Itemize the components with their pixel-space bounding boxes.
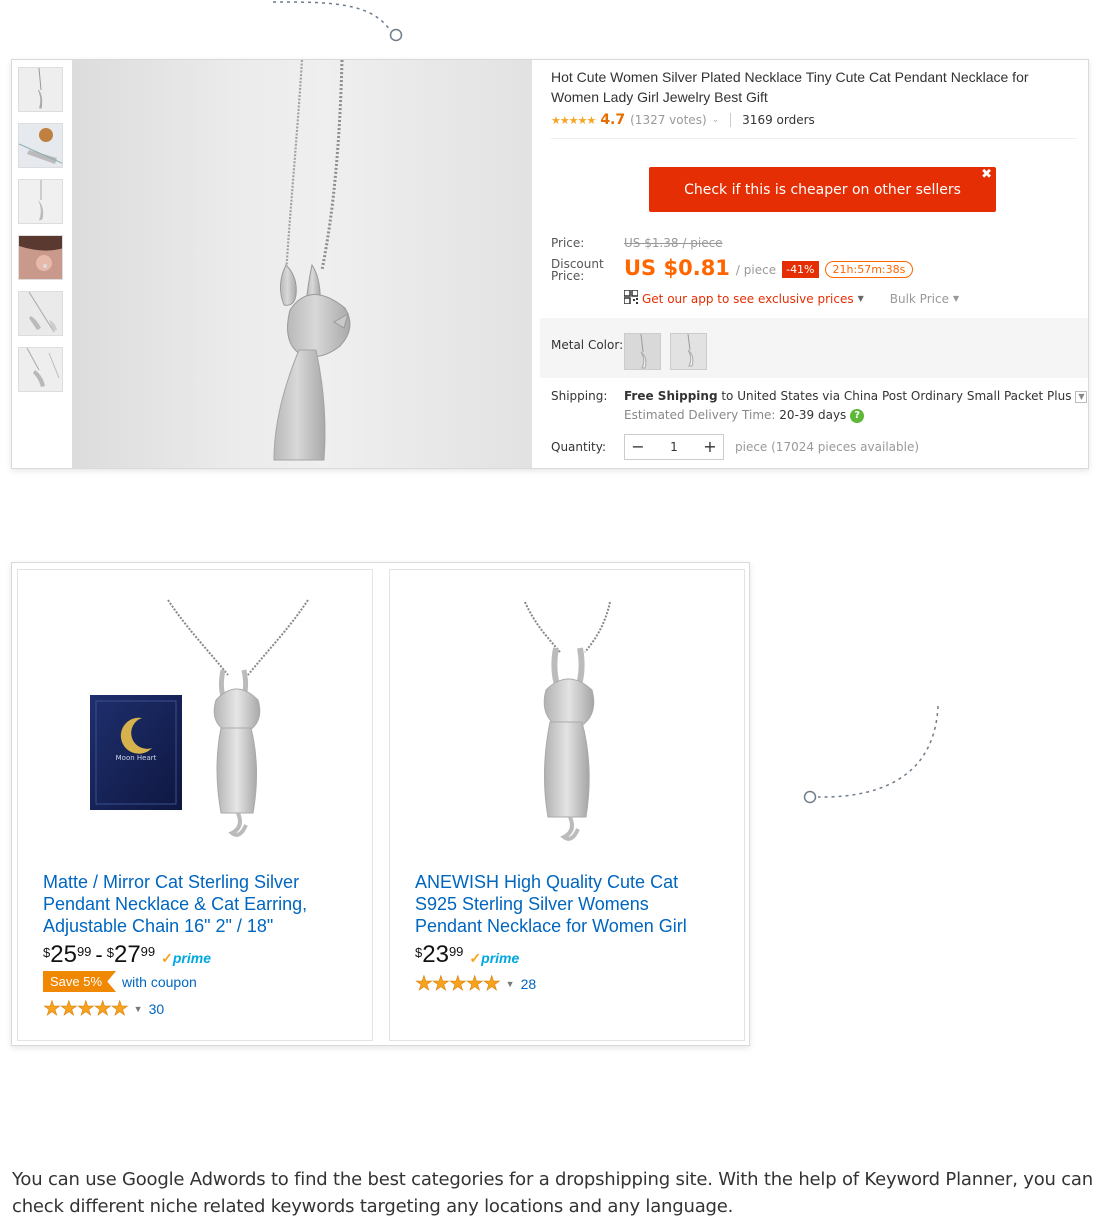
bulk-price-link[interactable]: Bulk Price — [890, 292, 949, 306]
box-brand-text: Moon Heart — [116, 754, 157, 762]
thumbnail-strip — [12, 60, 72, 468]
minus-icon[interactable]: − — [625, 435, 651, 459]
discount-price: US $0.81 — [624, 256, 730, 280]
orders-count: 3169 orders — [742, 113, 815, 127]
original-price: US $1.38 / piece — [624, 236, 723, 250]
product-title-link[interactable]: Matte / Mirror Cat Sterling Silver Penda… — [43, 871, 343, 937]
prime-badge: ✓prime — [469, 950, 519, 967]
delivery-time: Estimated Delivery Time: 20-39 days ? — [624, 408, 865, 423]
check-cheaper-label: Check if this is cheaper on other seller… — [684, 181, 961, 198]
color-option-mirror[interactable] — [670, 333, 707, 370]
product-info: Hot Cute Women Silver Plated Necklace Ti… — [540, 60, 1088, 468]
thumbnail-6[interactable] — [18, 347, 63, 392]
price-whole: 23 — [422, 941, 449, 968]
prime-label: prime — [172, 950, 211, 966]
rating-row: ★★★★★ 4.7 (1327 votes) ⌄ 3169 orders — [551, 111, 815, 129]
star-rating-icon[interactable]: ★★★★★ — [415, 971, 501, 996]
connector-right — [803, 705, 939, 804]
currency-symbol: $ — [106, 945, 114, 960]
price-unit: / piece — [735, 263, 777, 277]
review-count[interactable]: 30 — [149, 1001, 165, 1017]
star-rating-icon[interactable]: ★★★★★ — [43, 996, 129, 1021]
help-icon[interactable]: ? — [850, 408, 865, 423]
range-dash: - — [95, 942, 103, 967]
price-fraction: 99 — [140, 944, 156, 959]
price-range: $25 99 - $27 99 ✓prime — [43, 942, 211, 968]
coupon-text: with coupon — [122, 973, 197, 990]
discount-price-row: US $0.81 / piece -41% 21h:57m:38s — [624, 256, 914, 280]
votes-count[interactable]: (1327 votes) — [630, 113, 707, 127]
price-whole: 27 — [113, 941, 141, 968]
shipping-label: Shipping: — [551, 389, 608, 403]
body-paragraph: You can use Google Adwords to find the b… — [12, 1169, 1093, 1217]
chevron-down-icon[interactable]: ⌄ — [712, 115, 720, 125]
amazon-results-panel: Moon Heart Matte / Mirror Cat Sterling S… — [11, 562, 750, 1046]
app-promo-row: Get our app to see exclusive prices ▼ Bu… — [623, 289, 960, 307]
rating-row: ★★★★★ ▼ 28 — [415, 971, 536, 996]
divider — [730, 113, 732, 127]
currency-symbol: $ — [43, 945, 51, 960]
caret-down-icon[interactable]: ▼ — [506, 979, 515, 989]
prime-label: prime — [481, 950, 520, 966]
prime-badge: ✓prime — [161, 950, 211, 967]
product-image[interactable]: Moon Heart — [38, 590, 354, 852]
product-title-link[interactable]: ANEWISH High Quality Cute Cat S925 Sterl… — [415, 871, 715, 937]
aliexpress-product-panel: Hot Cute Women Silver Plated Necklace Ti… — [11, 59, 1089, 469]
prime-check-icon: ✓ — [469, 950, 482, 966]
product-card[interactable]: ANEWISH High Quality Cute Cat S925 Sterl… — [389, 569, 745, 1041]
star-icon: ★★★★★ — [551, 113, 596, 127]
product-card[interactable]: Moon Heart Matte / Mirror Cat Sterling S… — [17, 569, 373, 1041]
metal-color-label: Metal Color: — [551, 338, 624, 352]
quantity-stepper: − + — [624, 434, 724, 460]
thumbnail-3[interactable] — [18, 179, 63, 224]
rating-row: ★★★★★ ▼ 30 — [43, 996, 164, 1021]
shipping-method: to United States via China Post Ordinary… — [717, 389, 1072, 403]
thumbnail-1[interactable] — [18, 67, 63, 112]
quantity-available: piece (17024 pieces available) — [735, 440, 920, 454]
countdown-timer: 21h:57m:38s — [824, 261, 914, 278]
rating-value: 4.7 — [600, 112, 626, 128]
plus-icon[interactable]: + — [697, 435, 723, 459]
caret-down-icon: ▼ — [857, 294, 864, 303]
discount-badge: -41% — [782, 261, 819, 278]
product-title: Hot Cute Women Silver Plated Necklace Ti… — [551, 69, 1029, 105]
caret-down-icon[interactable]: ▼ — [134, 1004, 143, 1014]
discount-label-2: Price: — [551, 269, 585, 283]
prime-check-icon: ✓ — [161, 950, 173, 966]
delivery-label: Estimated Delivery Time: — [624, 408, 780, 422]
qr-code-icon — [623, 289, 639, 307]
price: $23 99 ✓prime — [415, 942, 519, 968]
connector-top — [272, 1, 403, 42]
check-cheaper-button[interactable]: Check if this is cheaper on other seller… — [649, 167, 996, 212]
shipping-info: Free Shipping to United States via China… — [624, 389, 1088, 403]
chevron-down-icon[interactable]: ▼ — [1075, 390, 1088, 403]
coupon-row: Save 5% with coupon — [43, 971, 197, 992]
quantity-label: Quantity: — [551, 440, 607, 454]
app-link[interactable]: Get our app to see exclusive prices — [642, 292, 854, 306]
main-product-image — [72, 60, 532, 468]
coupon-badge[interactable]: Save 5% — [43, 971, 117, 992]
close-icon[interactable]: ✖ — [981, 167, 992, 182]
quantity-input[interactable] — [651, 435, 697, 459]
thumbnail-4[interactable] — [18, 235, 63, 280]
thumbnail-5[interactable] — [18, 291, 63, 336]
divider — [551, 138, 1077, 139]
price-fraction: 99 — [76, 944, 92, 959]
color-option-matte[interactable] — [624, 333, 661, 370]
free-shipping: Free Shipping — [624, 389, 718, 403]
review-count[interactable]: 28 — [521, 976, 537, 992]
delivery-days: 20-39 days — [779, 408, 847, 422]
price-fraction: 99 — [448, 944, 464, 959]
caret-down-icon: ▼ — [952, 294, 960, 303]
thumbnail-2[interactable] — [18, 123, 63, 168]
price-label: Price: — [551, 236, 585, 250]
currency-symbol: $ — [415, 945, 423, 960]
product-image[interactable] — [410, 590, 726, 852]
price-whole: 25 — [50, 941, 77, 968]
